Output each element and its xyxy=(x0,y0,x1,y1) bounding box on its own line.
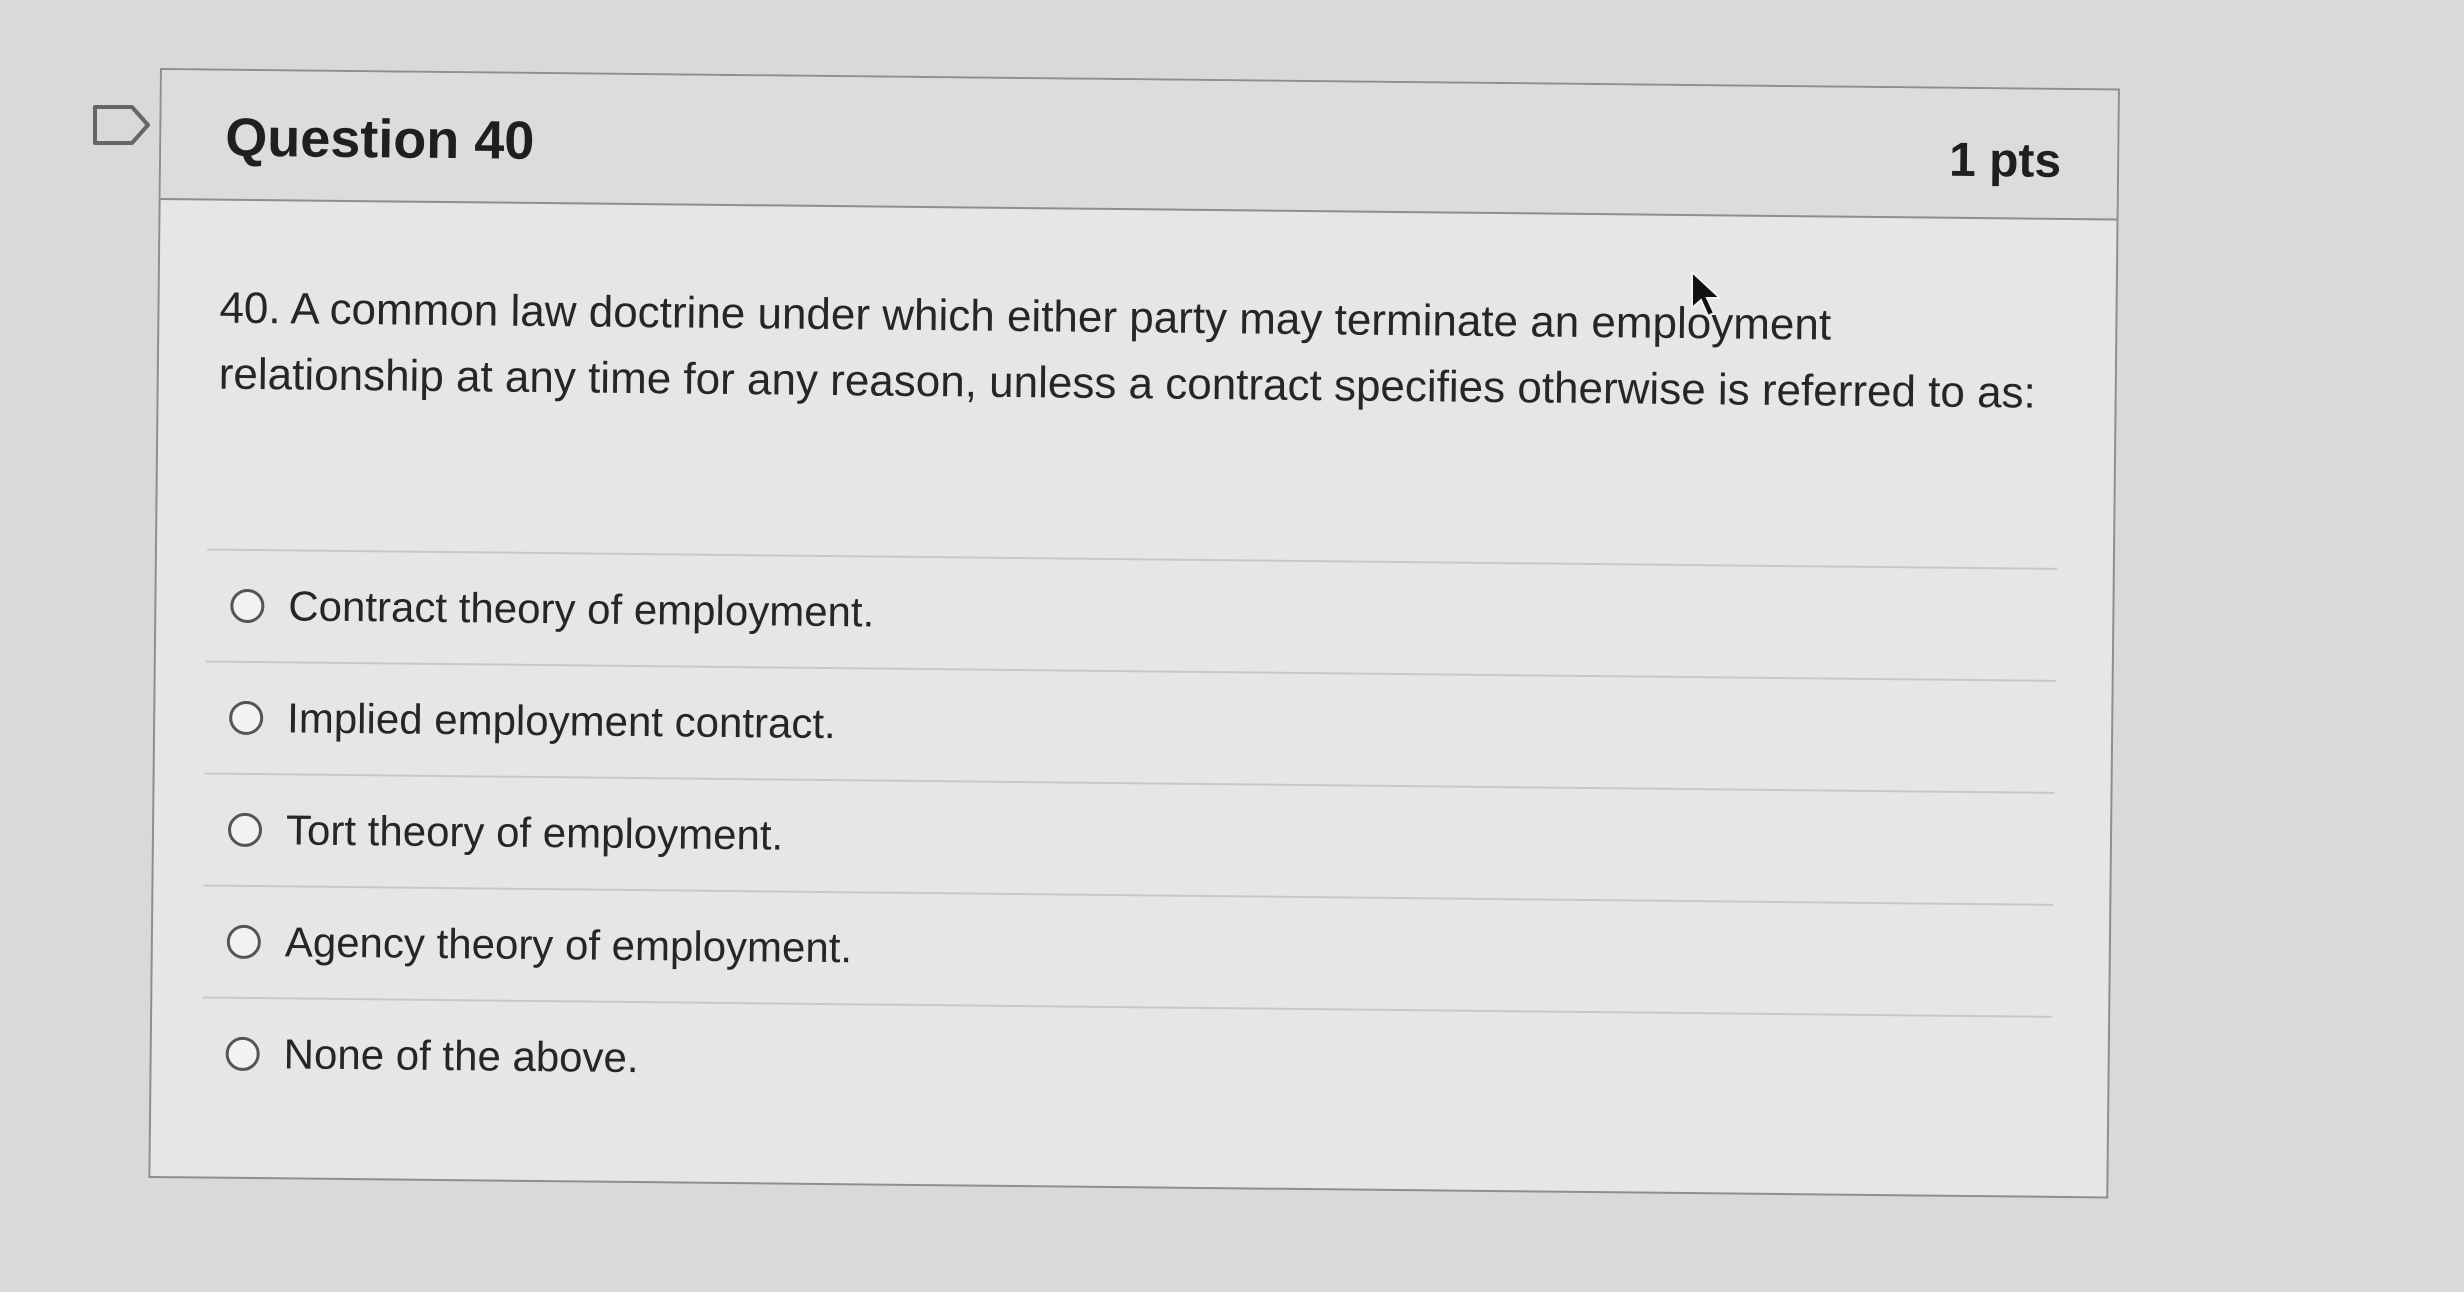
question-header: Question 40 1 pts xyxy=(160,70,2118,221)
question-title: Question 40 xyxy=(224,107,535,171)
radio-button-icon[interactable] xyxy=(230,588,265,624)
answer-label: Tort theory of employment. xyxy=(285,806,784,859)
radio-button-icon[interactable] xyxy=(229,700,264,736)
answer-list: Contract theory of employment. Implied e… xyxy=(201,548,2057,1128)
answer-option-4[interactable]: Agency theory of employment. xyxy=(202,884,2054,1016)
answer-option-3[interactable]: Tort theory of employment. xyxy=(203,772,2055,904)
answer-label: Agency theory of employment. xyxy=(284,918,853,972)
answer-option-1[interactable]: Contract theory of employment. xyxy=(205,548,2057,680)
answer-option-5[interactable]: None of the above. xyxy=(201,996,2053,1128)
radio-button-icon[interactable] xyxy=(227,812,263,848)
question-points: 1 pts xyxy=(1948,133,2062,188)
answer-label: Implied employment contract. xyxy=(286,694,836,748)
answer-label: Contract theory of employment. xyxy=(288,582,875,636)
question-card: Question 40 1 pts 40. A common law doctr… xyxy=(148,68,2120,1199)
radio-button-icon[interactable] xyxy=(225,1036,260,1072)
bookmark-flag-icon[interactable] xyxy=(92,104,152,146)
mouse-pointer-icon xyxy=(1690,269,1726,320)
radio-button-icon[interactable] xyxy=(226,924,262,960)
answer-label: None of the above. xyxy=(283,1030,639,1082)
question-text: 40. A common law doctrine under which ei… xyxy=(218,283,2037,418)
answer-option-2[interactable]: Implied employment contract. xyxy=(204,660,2056,792)
